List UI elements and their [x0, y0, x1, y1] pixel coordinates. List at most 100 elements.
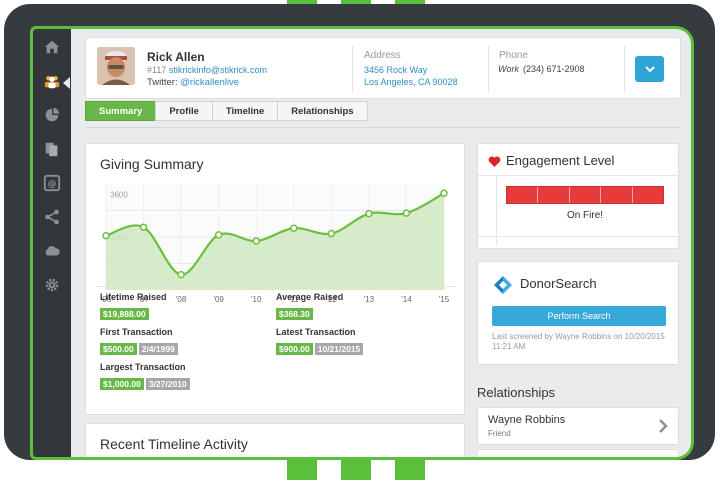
- chevron-down-icon: [644, 66, 655, 73]
- email-icon[interactable]: @: [42, 173, 62, 193]
- largest-transaction-date: 3/27/2010: [145, 378, 190, 390]
- relationship-item[interactable]: Wayne Robbins Friend: [477, 407, 679, 445]
- data-point: [365, 209, 373, 218]
- sidebar: @: [33, 29, 71, 457]
- divider: [478, 175, 678, 176]
- perform-search-button[interactable]: Perform Search: [492, 306, 666, 326]
- xtick-label: '15: [439, 295, 450, 304]
- divider: [496, 175, 497, 245]
- data-point: [139, 223, 148, 231]
- contact-header: Rick Allen #117 stikrickinfo@stikrick.co…: [85, 37, 681, 99]
- xtick-label: '14: [401, 295, 412, 304]
- address-label: Address: [364, 50, 401, 61]
- relationship-role: Friend: [488, 429, 511, 438]
- ytick-label: 3600: [110, 191, 128, 200]
- home-icon[interactable]: [42, 37, 62, 57]
- xtick-label: '10: [251, 295, 262, 304]
- tab-timeline[interactable]: Timeline: [211, 101, 279, 121]
- first-transaction-label: First Transaction: [100, 327, 173, 337]
- tab-profile[interactable]: Profile: [155, 101, 213, 121]
- data-point: [290, 224, 298, 233]
- xtick-label: '13: [364, 295, 375, 304]
- data-point: [327, 229, 336, 238]
- largest-transaction-value: $1,000.00 3/27/2010: [100, 374, 192, 392]
- gear-icon[interactable]: [42, 275, 62, 295]
- app-screen: @ Rick Allen #117 stikrickinfo@stikrick.…: [30, 26, 694, 460]
- largest-transaction-amount: $1,000.00: [100, 378, 144, 390]
- phone-label: Phone: [499, 50, 528, 61]
- giving-summary-title: Giving Summary: [100, 156, 204, 172]
- lifetime-raised-label: Lifetime Raised: [100, 292, 167, 302]
- divider: [488, 46, 489, 92]
- first-transaction-amount: $500.00: [100, 343, 137, 355]
- share-icon[interactable]: [42, 207, 62, 227]
- latest-transaction-amount: $900.00: [276, 343, 313, 355]
- avatar: [97, 47, 135, 85]
- latest-transaction-value: $900.00 10/21/2015: [276, 339, 365, 357]
- chevron-right-icon: [659, 419, 668, 433]
- actions-dropdown-button[interactable]: [635, 56, 664, 82]
- donorsearch-card: DonorSearch Perform Search Last screened…: [477, 261, 679, 365]
- giving-summary-card: Giving Summary 36002000'06'07'08'09'10'1…: [85, 143, 465, 415]
- largest-transaction-label: Largest Transaction: [100, 362, 186, 372]
- data-point: [177, 270, 185, 279]
- address-line1: 3456 Rock Way: [364, 65, 428, 75]
- contact-email-link[interactable]: stikrickinfo@stikrick.com: [169, 65, 267, 75]
- address-value[interactable]: 3456 Rock Way Los Angeles, CA 90028: [364, 64, 458, 88]
- data-point: [102, 231, 110, 240]
- average-raised-label: Average Raised: [276, 292, 344, 302]
- engagement-meter: [506, 186, 664, 204]
- phone-value: Work (234) 671-2908: [498, 64, 585, 74]
- contact-name: Rick Allen: [147, 50, 205, 64]
- twitter-link[interactable]: @rickallenlive: [180, 77, 239, 88]
- average-raised-badge: $368.30: [276, 308, 313, 320]
- contact-id: #117: [147, 65, 167, 75]
- data-point: [252, 237, 260, 245]
- divider: [478, 236, 678, 237]
- xtick-label: '09: [213, 295, 224, 304]
- tab-summary[interactable]: Summary: [85, 101, 157, 121]
- divider: [624, 46, 625, 92]
- average-raised-value: $368.30: [276, 304, 315, 322]
- latest-transaction-label: Latest Transaction: [276, 327, 356, 337]
- engagement-card: Engagement Level On Fire!: [477, 143, 679, 249]
- address-line2: Los Angeles, CA 90028: [364, 77, 458, 87]
- recent-activity-card: Recent Timeline Activity: [85, 423, 465, 457]
- last-screened-text: Last screened by Wayne Robbins on 10/20/…: [492, 332, 665, 351]
- active-indicator: [63, 77, 70, 89]
- divider: [96, 286, 456, 287]
- twitter-line: Twitter: @rickallenlive: [147, 77, 239, 88]
- latest-transaction-date: 10/21/2015: [314, 343, 364, 355]
- relationships-title: Relationships: [477, 385, 556, 400]
- lifetime-raised-badge: $19,888.00: [100, 308, 149, 320]
- cloud-icon[interactable]: [42, 241, 62, 261]
- recent-activity-title: Recent Timeline Activity: [100, 436, 248, 452]
- device-frame: @ Rick Allen #117 stikrickinfo@stikrick.…: [4, 4, 715, 460]
- documents-icon[interactable]: [42, 139, 62, 159]
- divider: [352, 46, 353, 92]
- tab-relationships[interactable]: Relationships: [277, 101, 368, 121]
- first-transaction-date: 2/4/1999: [138, 343, 178, 355]
- first-transaction-value: $500.00 2/4/1999: [100, 339, 180, 357]
- data-point: [402, 209, 411, 217]
- phone-type: Work: [498, 64, 519, 74]
- lifetime-raised-value: $19,888.00: [100, 304, 151, 322]
- tab-divider: [85, 127, 681, 128]
- donorsearch-logo-icon: [494, 276, 512, 294]
- donorsearch-title: DonorSearch: [520, 276, 597, 291]
- contacts-icon[interactable]: [42, 71, 62, 91]
- svg-text:@: @: [48, 180, 57, 190]
- engagement-status: On Fire!: [566, 210, 604, 221]
- data-point: [214, 231, 223, 239]
- profile-tabs: Summary Profile Timeline Relationships: [85, 101, 368, 121]
- xtick-label: '08: [176, 295, 187, 304]
- relationship-item[interactable]: [477, 449, 679, 457]
- phone-number: (234) 671-2908: [523, 64, 585, 74]
- pie-chart-icon[interactable]: [42, 105, 62, 125]
- heart-icon: [488, 156, 501, 167]
- contact-id-email: #117 stikrickinfo@stikrick.com: [147, 65, 267, 75]
- twitter-label: Twitter:: [147, 77, 178, 88]
- relationship-name: Wayne Robbins: [488, 414, 566, 426]
- data-point: [440, 189, 448, 198]
- engagement-title: Engagement Level: [506, 153, 615, 168]
